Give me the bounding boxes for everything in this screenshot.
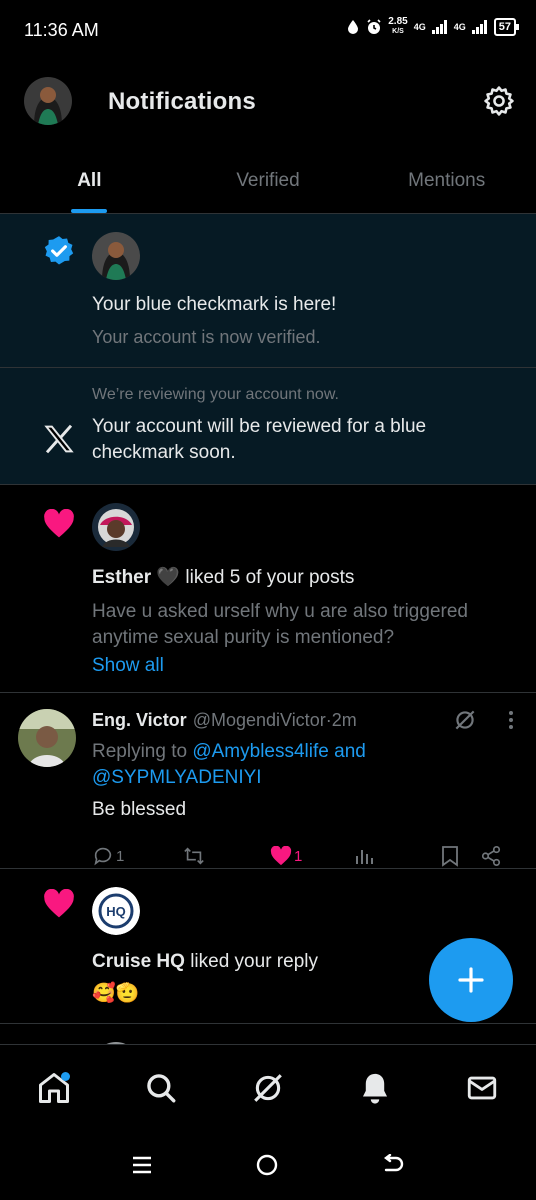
heart-icon <box>43 888 75 924</box>
water-drop-icon <box>348 20 359 34</box>
bottom-nav <box>0 1044 536 1130</box>
nav-notifications[interactable] <box>345 1058 405 1118</box>
avatar[interactable] <box>92 232 140 280</box>
mail-icon <box>468 1076 497 1099</box>
verified-badge-icon <box>42 234 76 273</box>
header: Notifications <box>0 62 536 144</box>
status-bar: 11:36 AM 2.85 K/S 4G 4G 57 <box>0 0 536 62</box>
review-text: Your account will be reviewed for a blue… <box>92 416 427 463</box>
tab-mentions[interactable]: Mentions <box>357 144 536 213</box>
mention-link[interactable]: @Amybless4life <box>192 741 329 762</box>
nav-home[interactable] <box>24 1058 84 1118</box>
notification-feed: Your blue checkmark is here! Your accoun… <box>0 214 536 1044</box>
like-text: Esther 🖤 liked 5 of your posts <box>92 567 355 588</box>
verified-notification[interactable]: Your blue checkmark is here! Your accoun… <box>0 214 536 368</box>
status-time: 11:36 AM <box>24 20 99 40</box>
post-text: Be blessed <box>92 799 187 820</box>
like-button[interactable]: 1 <box>270 846 354 866</box>
reply-post[interactable]: Eng. Victor @MogendiVictor · 2m Replying… <box>0 693 536 869</box>
bookmark-button[interactable] <box>440 845 480 867</box>
nav-grok[interactable] <box>238 1058 298 1118</box>
share-button[interactable] <box>480 845 502 867</box>
like-notification[interactable]: Esther 🖤 liked 5 of your posts Have u as… <box>0 485 536 693</box>
page-title: Notifications <box>108 88 256 115</box>
reply-icon <box>94 847 112 866</box>
status-icons: 2.85 K/S 4G 4G 57 <box>346 16 520 37</box>
battery-indicator: 57 <box>493 18 520 36</box>
x-logo-icon <box>43 424 75 459</box>
author-name[interactable]: Eng. Victor <box>92 710 187 731</box>
svg-text:HQ: HQ <box>106 904 126 919</box>
views-button[interactable] <box>354 846 440 866</box>
notification-tabs: All Verified Mentions <box>0 144 536 214</box>
post-preview: Have u asked urself why u are also trigg… <box>92 601 468 648</box>
settings-button[interactable] <box>482 84 516 118</box>
post-time: 2m <box>331 709 357 730</box>
post-actions: 1 1 <box>92 841 514 871</box>
profile-avatar[interactable] <box>24 77 72 125</box>
back-icon[interactable] <box>381 1154 405 1176</box>
share-icon <box>481 846 501 866</box>
notification-subtitle: Your account is now verified. <box>92 327 321 347</box>
notification-dot <box>60 1071 70 1081</box>
tab-verified[interactable]: Verified <box>179 144 358 213</box>
more-options-icon[interactable] <box>508 710 514 730</box>
avatar-image <box>24 77 72 125</box>
avatar[interactable] <box>18 709 76 767</box>
nav-search[interactable] <box>131 1058 191 1118</box>
net-speed: 2.85 K/S <box>388 16 408 36</box>
grok-icon <box>254 1073 282 1102</box>
gear-icon <box>484 86 514 116</box>
author-handle[interactable]: @MogendiVictor <box>193 710 326 731</box>
tab-indicator <box>71 209 108 213</box>
black-heart-emoji: 🖤 <box>156 567 181 588</box>
nav-messages[interactable] <box>452 1058 512 1118</box>
tab-all[interactable]: All <box>0 144 179 213</box>
recent-apps-icon[interactable] <box>131 1155 153 1175</box>
replying-to: Replying to @Amybless4life and @SYPMLYAD… <box>92 741 366 788</box>
system-nav <box>0 1130 536 1200</box>
show-all-link[interactable]: Show all <box>92 653 506 679</box>
review-note: We’re reviewing your account now. <box>92 386 339 403</box>
signal-icon <box>431 20 447 34</box>
compose-post-button[interactable] <box>429 938 513 1022</box>
alarm-icon <box>367 19 381 34</box>
signal-icon <box>471 20 487 34</box>
repost-button[interactable] <box>182 845 270 867</box>
analytics-icon <box>356 850 373 864</box>
bookmark-icon <box>442 846 458 867</box>
home-circle-icon[interactable] <box>255 1153 279 1177</box>
search-icon <box>147 1073 176 1102</box>
network-2-label: 4G <box>453 22 466 32</box>
review-notification[interactable]: We’re reviewing your account now. Your a… <box>0 368 536 485</box>
repost-icon <box>184 847 204 865</box>
grok-icon[interactable] <box>452 707 478 733</box>
avatar[interactable]: HQ <box>92 887 140 935</box>
list-item[interactable] <box>0 1024 536 1044</box>
bell-icon <box>363 1073 388 1104</box>
plus-icon <box>458 967 484 993</box>
mention-link[interactable]: @SYPMLYADENIYI <box>92 767 262 788</box>
reply-button[interactable]: 1 <box>92 845 182 867</box>
heart-filled-icon <box>270 846 292 866</box>
notification-title: Your blue checkmark is here! <box>92 294 337 315</box>
network-1-label: 4G <box>413 22 426 32</box>
avatar[interactable] <box>92 503 140 551</box>
heart-icon <box>43 508 75 544</box>
